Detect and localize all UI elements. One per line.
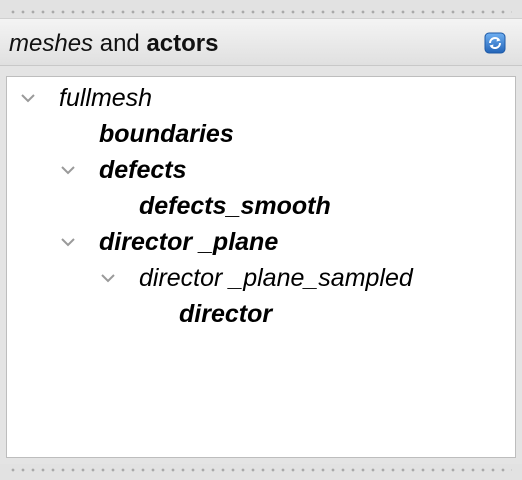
panel-title-meshes: meshes (9, 30, 94, 57)
chevron-down-icon[interactable] (19, 89, 37, 107)
top-resize-grip[interactable] (0, 0, 522, 18)
tree-node-label: director _plane_sampled (139, 264, 413, 292)
tree-node-label: director (179, 300, 273, 328)
panel-title-and: and (93, 30, 147, 57)
tree-node-label: defects (99, 156, 187, 184)
tree-node-label: boundaries (99, 120, 234, 148)
refresh-icon (484, 32, 506, 54)
chevron-down-icon[interactable] (99, 269, 117, 287)
panel-title-actors: actors (146, 30, 219, 57)
tree-node-label: director _plane (99, 228, 279, 256)
panel-header: meshes and actors (0, 18, 522, 66)
bottom-resize-grip[interactable] (0, 464, 522, 480)
chevron-down-icon[interactable] (59, 233, 77, 251)
tree-node-label: defects_smooth (139, 192, 331, 220)
refresh-button[interactable] (484, 32, 506, 54)
panel-title: meshes and actors (9, 30, 218, 58)
tree-node-label: fullmesh (59, 84, 153, 112)
tree-view[interactable]: fullmesh boundaries defects defects_smoo… (6, 76, 516, 458)
chevron-down-icon[interactable] (59, 161, 77, 179)
